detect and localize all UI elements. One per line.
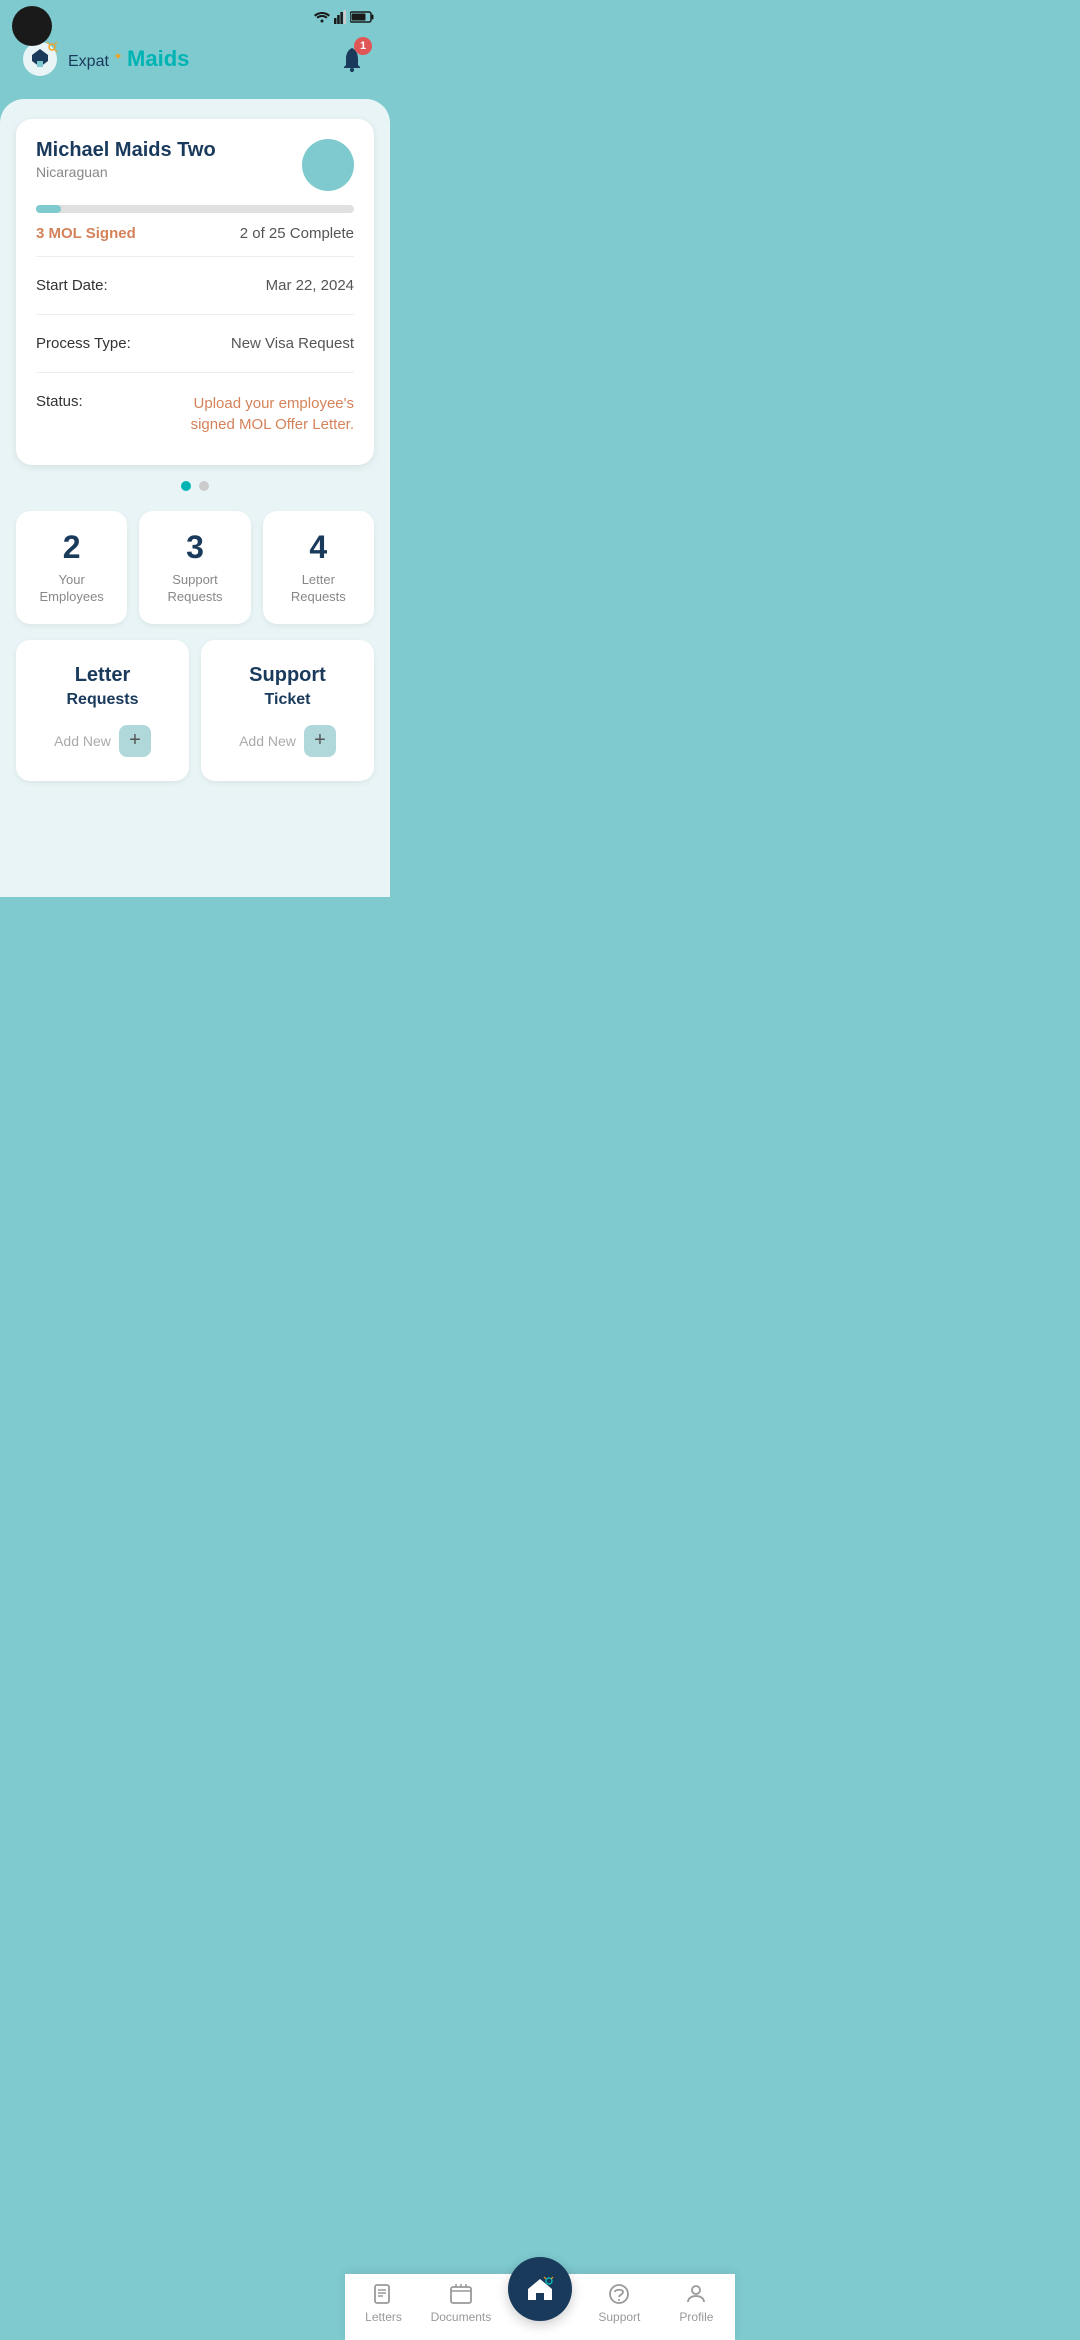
status-message: Upload your employee's signed MOL Offer … bbox=[154, 393, 354, 435]
divider-2 bbox=[36, 314, 354, 315]
start-date-label: Start Date: bbox=[36, 277, 108, 294]
logo-maids: Maids bbox=[127, 46, 189, 71]
nav-home[interactable] bbox=[508, 2285, 572, 2321]
home-button[interactable] bbox=[508, 2257, 572, 2321]
letter-add-label: Add New bbox=[54, 733, 111, 749]
letter-add-button[interactable]: + bbox=[119, 725, 151, 757]
logo-text: Expat ✦ Maids bbox=[68, 46, 189, 72]
status-bar: 6:17 bbox=[0, 0, 390, 29]
letter-title: Letter bbox=[32, 664, 173, 687]
support-add-label: Add New bbox=[239, 733, 296, 749]
divider-3 bbox=[36, 372, 354, 373]
profile-label: Profile bbox=[679, 2310, 713, 2324]
status-icons bbox=[314, 10, 374, 24]
logo-expat: Expat bbox=[68, 53, 109, 70]
support-label: SupportRequests bbox=[149, 572, 240, 606]
support-subtitle: Ticket bbox=[217, 691, 358, 709]
support-add-button[interactable]: + bbox=[304, 725, 336, 757]
support-add-row: Add New + bbox=[217, 725, 358, 757]
support-title: Support bbox=[217, 664, 358, 687]
letter-subtitle: Requests bbox=[32, 691, 173, 709]
stat-support[interactable]: 3 SupportRequests bbox=[139, 511, 250, 624]
carousel-dots bbox=[16, 481, 374, 491]
process-type-row: Process Type: New Visa Request bbox=[36, 325, 354, 362]
progress-count: 2 of 25 Complete bbox=[240, 225, 354, 242]
letter-label: LetterRequests bbox=[273, 572, 364, 606]
stat-letter[interactable]: 4 LetterRequests bbox=[263, 511, 374, 624]
logo-stars-decoration: ✦ bbox=[113, 51, 122, 63]
nav-support[interactable]: Support bbox=[589, 2282, 649, 2324]
signal-icon bbox=[334, 10, 346, 24]
stats-row: 2 YourEmployees 3 SupportRequests 4 Lett… bbox=[16, 511, 374, 624]
start-date-row: Start Date: Mar 22, 2024 bbox=[36, 267, 354, 304]
mol-status: 3 MOL Signed bbox=[36, 225, 136, 242]
home-icon bbox=[525, 2274, 555, 2304]
camera-notch bbox=[12, 6, 52, 46]
actions-row: Letter Requests Add New + Support Ticket… bbox=[16, 640, 374, 781]
status-label: Status: bbox=[36, 393, 83, 410]
employee-info: Michael Maids Two Nicaraguan bbox=[36, 139, 216, 180]
employee-name: Michael Maids Two bbox=[36, 139, 216, 162]
progress-row: 3 MOL Signed 2 of 25 Complete bbox=[36, 225, 354, 242]
wifi-icon bbox=[314, 11, 330, 23]
documents-label: Documents bbox=[431, 2310, 492, 2324]
progress-bar-container bbox=[36, 205, 354, 213]
employees-count: 2 bbox=[26, 529, 117, 566]
bottom-nav: Letters Documents Support P bbox=[345, 2274, 735, 2340]
letters-label: Letters bbox=[365, 2310, 402, 2324]
support-ticket-card[interactable]: Support Ticket Add New + bbox=[201, 640, 374, 781]
dot-2[interactable] bbox=[199, 481, 209, 491]
notification-bell[interactable]: 1 bbox=[334, 41, 370, 77]
card-header: Michael Maids Two Nicaraguan bbox=[36, 139, 354, 191]
documents-icon bbox=[449, 2282, 473, 2306]
support-icon bbox=[607, 2282, 631, 2306]
start-date-value: Mar 22, 2024 bbox=[266, 277, 354, 294]
nav-letters[interactable]: Letters bbox=[354, 2282, 414, 2324]
process-type-value: New Visa Request bbox=[231, 335, 354, 352]
support-label: Support bbox=[598, 2310, 640, 2324]
letter-requests-card[interactable]: Letter Requests Add New + bbox=[16, 640, 189, 781]
status-row: Status: Upload your employee's signed MO… bbox=[36, 383, 354, 445]
logo: Expat ✦ Maids bbox=[20, 39, 189, 79]
nav-profile[interactable]: Profile bbox=[666, 2282, 726, 2324]
letters-icon bbox=[372, 2282, 396, 2306]
avatar bbox=[302, 139, 354, 191]
notification-badge: 1 bbox=[354, 37, 372, 55]
divider-1 bbox=[36, 256, 354, 257]
employee-card[interactable]: Michael Maids Two Nicaraguan 3 MOL Signe… bbox=[16, 119, 374, 465]
dot-1[interactable] bbox=[181, 481, 191, 491]
main-content: Michael Maids Two Nicaraguan 3 MOL Signe… bbox=[0, 99, 390, 897]
letter-count: 4 bbox=[273, 529, 364, 566]
employee-nationality: Nicaraguan bbox=[36, 164, 216, 180]
process-type-label: Process Type: bbox=[36, 335, 131, 352]
battery-icon bbox=[350, 11, 374, 23]
support-count: 3 bbox=[149, 529, 240, 566]
profile-icon bbox=[684, 2282, 708, 2306]
progress-bar-fill bbox=[36, 205, 61, 213]
stat-employees[interactable]: 2 YourEmployees bbox=[16, 511, 127, 624]
app-header: Expat ✦ Maids 1 bbox=[0, 29, 390, 99]
nav-documents[interactable]: Documents bbox=[431, 2282, 492, 2324]
employees-label: YourEmployees bbox=[26, 572, 117, 606]
letter-add-row: Add New + bbox=[32, 725, 173, 757]
